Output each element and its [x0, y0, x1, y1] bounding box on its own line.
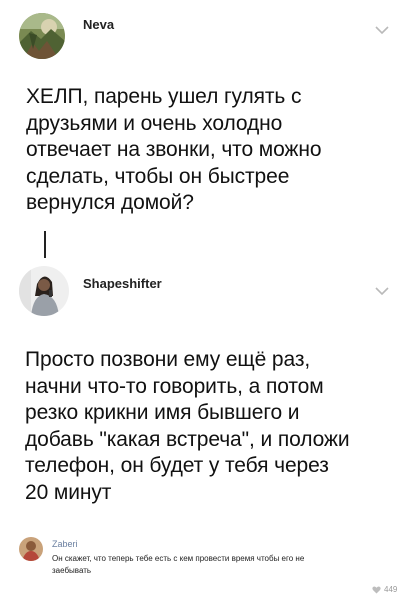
avatar-zaberi-image [19, 537, 43, 561]
post-text-line: ХЕЛП, парень ушел гулять с [26, 85, 302, 108]
chevron-down-icon[interactable] [374, 285, 390, 297]
avatar-neva[interactable] [19, 13, 65, 59]
chevron-down-icon[interactable] [374, 24, 390, 36]
post-shapeshifter: Shapeshifter Просто позвони ему ещё раз,… [0, 258, 418, 528]
post-text-line: телефон, он будет у тебя через [25, 454, 329, 477]
author-name[interactable]: Neva [83, 17, 114, 32]
comment-text-line: заебывать [52, 566, 92, 575]
post-text: Просто позвони ему ещё раз, начни что-то… [25, 347, 350, 506]
author-name[interactable]: Shapeshifter [83, 276, 162, 291]
post-text-line: добавь "какая встреча", и положи [25, 427, 350, 451]
post-text-line: начни что-то говорить, а потом [25, 374, 324, 398]
heart-icon [372, 586, 381, 594]
comment: Zaberi Он скажет, что теперь тебе есть с… [0, 530, 418, 604]
avatar-neva-image [19, 13, 65, 59]
thread-line [44, 231, 46, 258]
comment-text: Он скажет, что теперь тебе есть с кем пр… [52, 553, 382, 577]
post-text-line: сделать, чтобы он быстрее [26, 164, 290, 188]
post-text: ХЕЛП, парень ушел гулять с друзьями и оч… [26, 84, 322, 217]
like-button[interactable]: 449 [372, 583, 408, 597]
like-count: 449 [384, 585, 398, 594]
comment-text-line: Он скажет, что теперь тебе есть с кем пр… [52, 554, 305, 563]
post-text-line: 20 минут [25, 480, 112, 504]
avatar-shapeshifter-image [19, 266, 69, 316]
avatar-shapeshifter[interactable] [19, 266, 69, 316]
post-neva: Neva ХЕЛП, парень ушел гулять с друзьями… [0, 0, 418, 240]
comment-author[interactable]: Zaberi [52, 539, 78, 549]
post-text-line: Просто позвони ему ещё раз, [25, 348, 311, 371]
post-text-line: вернулся домой? [26, 191, 194, 214]
avatar-zaberi[interactable] [19, 537, 43, 561]
post-text-line: отвечает на звонки, что можно [26, 138, 322, 161]
post-text-line: резко крикни имя бывшего и [25, 401, 300, 424]
post-text-line: друзьями и очень холодно [26, 111, 283, 135]
